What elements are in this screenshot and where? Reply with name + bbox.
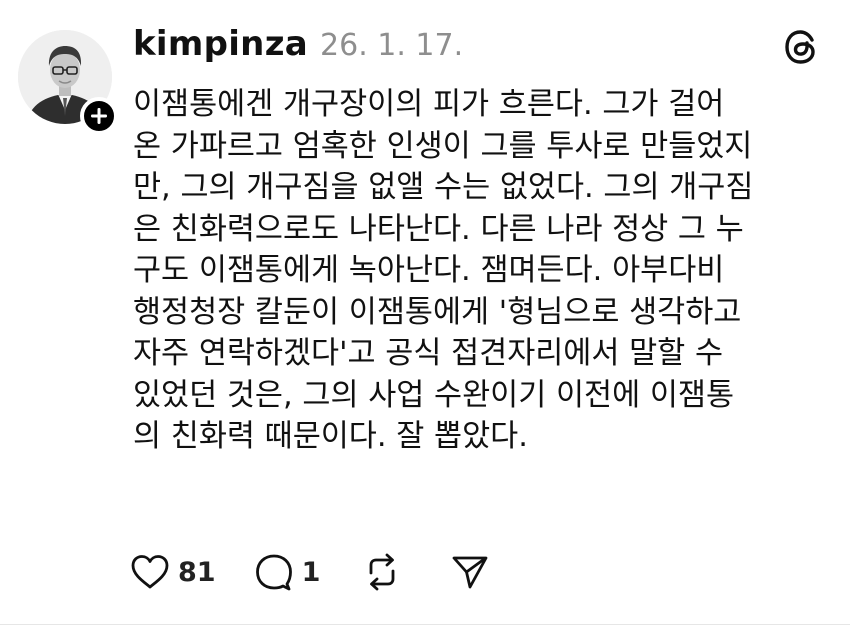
post-text-line: 의 친화력 때문이다. 잘 뽑았다. [133, 419, 528, 454]
post-text-line: 구도 이잼통에게 녹아난다. 잼며든다. 아부다비 [133, 253, 725, 288]
post-text-line: 행정청장 칼둔이 이잼통에게 '형님으로 생각하고 [133, 294, 742, 330]
post-text-line: 만, 그의 개구짐을 없앨 수는 없었다. 그의 개구짐 [133, 170, 754, 205]
repost-icon [369, 553, 395, 591]
like-count: 81 [178, 556, 216, 588]
repost-button[interactable] [362, 552, 402, 592]
reply-button[interactable]: 1 [254, 552, 321, 592]
action-bar: 81 1 [130, 552, 490, 592]
reply-count: 1 [301, 556, 321, 588]
heart-icon [131, 555, 169, 589]
username-link[interactable]: kimpinza [133, 24, 308, 64]
post-text-line: 자주 연락하겠다'고 공식 접견자리에서 말할 수 [133, 336, 723, 371]
post-text-line: 이잼통에겐 개구장이의 피가 흐른다. 그가 걸어 [133, 87, 725, 122]
post-timestamp[interactable]: 26. 1. 17. [320, 28, 463, 63]
follow-button[interactable] [80, 97, 118, 135]
like-button[interactable]: 81 [130, 552, 216, 592]
share-button[interactable] [450, 552, 490, 592]
post-text-line: 온 가파르고 엄혹한 인생이 그를 투사로 만들었지 [133, 128, 753, 164]
post-divider [0, 624, 850, 625]
comment-bubble-icon [255, 554, 292, 591]
threads-logo-icon[interactable] [782, 28, 820, 66]
post-body: 이잼통에겐 개구장이의 피가 흐른다. 그가 걸어 온 가파르고 엄혹한 인생이… [133, 84, 833, 458]
send-icon [452, 556, 488, 589]
post-text-line: 은 친화력으로도 나타난다. 다른 나라 정상 그 누 [133, 211, 744, 247]
post-header: kimpinza 26. 1. 17. [133, 24, 463, 72]
post-text-line: 있었던 것은, 그의 사업 수완이기 이전에 이잼통 [133, 377, 735, 413]
thread-post: kimpinza 26. 1. 17. 이잼통에겐 개구장이의 피가 흐른다. … [0, 0, 850, 635]
plus-icon [91, 108, 107, 124]
